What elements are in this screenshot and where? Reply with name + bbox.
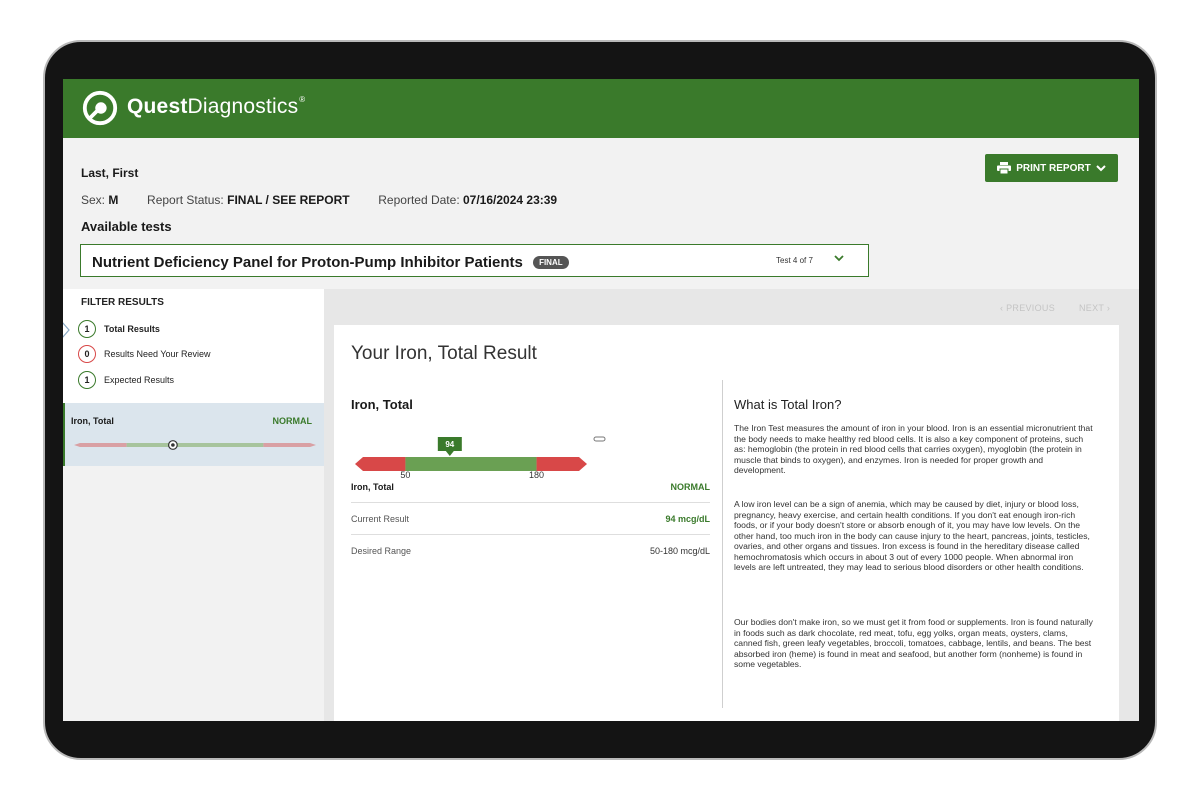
previous-button[interactable]: ‹ PREVIOUS — [1000, 303, 1055, 313]
filter-panel: FILTER RESULTS 1 Total Results 0 Results… — [63, 289, 324, 403]
chevron-down-icon — [834, 255, 844, 262]
patient-meta: Sex: M Report Status: FINAL / SEE REPORT… — [81, 193, 557, 207]
print-report-label: PRINT REPORT — [1016, 162, 1091, 174]
available-tests-heading: Available tests — [81, 219, 172, 234]
final-badge: FINAL — [533, 256, 569, 269]
desired-range-row: Desired Range 50-180 mcg/dL — [351, 546, 710, 556]
mini-high-segment — [263, 443, 316, 447]
desired-range-label: Desired Range — [351, 546, 412, 556]
filter-count-badge: 0 — [78, 345, 96, 363]
range-low-segment — [355, 457, 406, 471]
sex-label: Sex: — [81, 193, 106, 207]
reported-date-value: 07/16/2024 23:39 — [463, 193, 558, 207]
filter-title: FILTER RESULTS — [81, 297, 164, 308]
range-normal-segment — [405, 457, 537, 471]
selected-test: Nutrient Deficiency Panel for Proton-Pum… — [92, 254, 569, 271]
brand-name: QuestDiagnostics® — [127, 95, 305, 119]
test-selector-dropdown[interactable]: Nutrient Deficiency Panel for Proton-Pum… — [80, 244, 869, 277]
result-card-status: NORMAL — [272, 416, 313, 426]
mini-value-dot — [171, 443, 175, 447]
printer-icon — [997, 162, 1012, 174]
info-paragraph: The Iron Test measures the amount of iro… — [734, 423, 1093, 475]
column-divider — [722, 380, 723, 708]
mini-low-segment — [74, 443, 127, 447]
patient-name: Last, First — [81, 166, 139, 180]
next-button[interactable]: NEXT › — [1079, 303, 1110, 313]
range-chart: 94 50 180 — [355, 436, 606, 479]
reported-date-label: Reported Date: — [378, 193, 460, 207]
test-count: Test 4 of 7 — [776, 256, 813, 265]
report-status-label: Report Status: — [147, 193, 224, 207]
quest-logo-icon — [82, 90, 118, 126]
current-result-value: 94 mcg/dL — [665, 514, 710, 524]
current-result-label: Current Result — [351, 514, 410, 524]
selected-test-name: Nutrient Deficiency Panel for Proton-Pum… — [92, 254, 523, 271]
result-detail-title: Your Iron, Total Result — [351, 343, 537, 364]
high-tick-label: 180 — [529, 470, 544, 479]
filter-label: Total Results — [104, 324, 160, 334]
legend-marker — [593, 436, 606, 442]
selected-indicator-icon — [63, 322, 70, 338]
current-result-row: Current Result 94 mcg/dL — [351, 514, 710, 524]
range-high-segment — [536, 457, 587, 471]
info-paragraph: Our bodies don't make iron, so we must g… — [734, 617, 1093, 669]
summary-name: Iron, Total — [351, 482, 394, 492]
summary-status: NORMAL — [670, 482, 711, 492]
brand-name-bold: Quest — [127, 95, 188, 118]
result-detail-card: Your Iron, Total Result Iron, Total 94 50… — [334, 325, 1119, 721]
filter-expected-results[interactable]: 1 Expected Results — [78, 371, 174, 389]
result-card-name: Iron, Total — [71, 416, 114, 426]
report-status-value: FINAL / SEE REPORT — [227, 193, 350, 207]
summary-row: Iron, Total NORMAL — [351, 482, 710, 492]
brand-header: QuestDiagnostics® — [63, 79, 1139, 138]
desired-range-value: 50-180 mcg/dL — [649, 546, 710, 556]
filter-count-badge: 1 — [78, 371, 96, 389]
mini-normal-segment — [126, 443, 264, 447]
divider — [351, 534, 710, 535]
mini-range-bar — [74, 440, 316, 450]
value-label: 94 — [445, 440, 454, 449]
info-paragraph: A low iron level can be a sign of anemia… — [734, 499, 1090, 572]
app-screen: QuestDiagnostics® Last, First Sex: M Rep… — [63, 79, 1139, 721]
filter-total-results[interactable]: 1 Total Results — [78, 320, 160, 338]
sex-value: M — [108, 193, 119, 207]
info-heading: What is Total Iron? — [734, 397, 842, 412]
brand-trademark: ® — [299, 95, 306, 104]
low-tick-label: 50 — [400, 470, 410, 479]
brand-name-light: Diagnostics — [187, 95, 299, 118]
filter-label: Results Need Your Review — [104, 349, 211, 359]
chevron-down-icon — [1096, 164, 1106, 171]
print-report-button[interactable]: PRINT REPORT — [985, 154, 1118, 182]
divider — [351, 502, 710, 503]
filter-need-review[interactable]: 0 Results Need Your Review — [78, 345, 211, 363]
result-card-iron-total[interactable]: Iron, Total NORMAL — [63, 403, 324, 466]
filter-label: Expected Results — [104, 375, 175, 385]
value-marker-pointer — [445, 451, 454, 456]
filter-count-badge: 1 — [78, 320, 96, 338]
test-heading: Iron, Total — [351, 397, 413, 412]
